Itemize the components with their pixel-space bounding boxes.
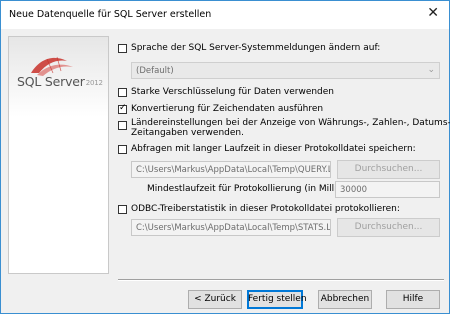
language-select-value: (Default) (136, 66, 174, 76)
regional-settings-label-line2: Zeitangaben verwenden. (131, 128, 244, 138)
dialog-window: Neue Datenquelle für SQL Server erstelle… (0, 0, 450, 314)
stats-log-path-field[interactable]: C:\Users\Markus\AppData\Local\Temp\STATS… (131, 219, 331, 236)
button-divider (118, 279, 444, 281)
window-title: Neue Datenquelle für SQL Server erstelle… (9, 9, 212, 20)
close-icon[interactable]: ✕ (427, 5, 439, 21)
stats-log-browse-button[interactable]: Durchsuchen... (337, 218, 440, 237)
finish-button[interactable]: Fertig stellen (247, 290, 307, 309)
odbc-stats-label: ODBC-Treiberstatistik in dieser Protokol… (131, 204, 400, 214)
sql-server-logo-panel: SQL Server2012 (8, 36, 109, 274)
help-button[interactable]: Hilfe (386, 290, 440, 309)
encryption-label: Starke Verschlüsselung für Daten verwend… (131, 87, 335, 97)
regional-settings-label-line1: Ländereinstellungen bei der Anzeige von … (131, 118, 450, 128)
min-time-field[interactable]: 30000 (335, 181, 440, 198)
language-checkbox[interactable] (118, 44, 127, 53)
long-queries-checkbox[interactable] (118, 145, 127, 154)
title-bar: Neue Datenquelle für SQL Server erstelle… (1, 1, 449, 29)
language-select[interactable]: (Default) ⌄ (131, 62, 440, 79)
back-button[interactable]: < Zurück (188, 290, 242, 309)
conversion-label: Konvertierung für Zeichendaten ausführen (131, 104, 324, 114)
chevron-down-icon: ⌄ (427, 65, 435, 75)
odbc-stats-checkbox[interactable] (118, 205, 127, 214)
conversion-checkbox[interactable] (118, 103, 127, 114)
regional-settings-checkbox[interactable] (118, 121, 127, 130)
long-queries-label: Abfragen mit langer Laufzeit in dieser P… (131, 144, 416, 154)
query-log-browse-button[interactable]: Durchsuchen... (337, 160, 440, 179)
sql-server-logo-text: SQL Server2012 (17, 74, 103, 89)
query-log-path-field[interactable]: C:\Users\Markus\AppData\Local\Temp\QUERY… (131, 161, 331, 178)
encryption-checkbox[interactable] (118, 88, 127, 97)
language-label: Sprache der SQL Server-Systemmeldungen ä… (131, 43, 381, 53)
cancel-button[interactable]: Abbrechen (318, 290, 372, 309)
